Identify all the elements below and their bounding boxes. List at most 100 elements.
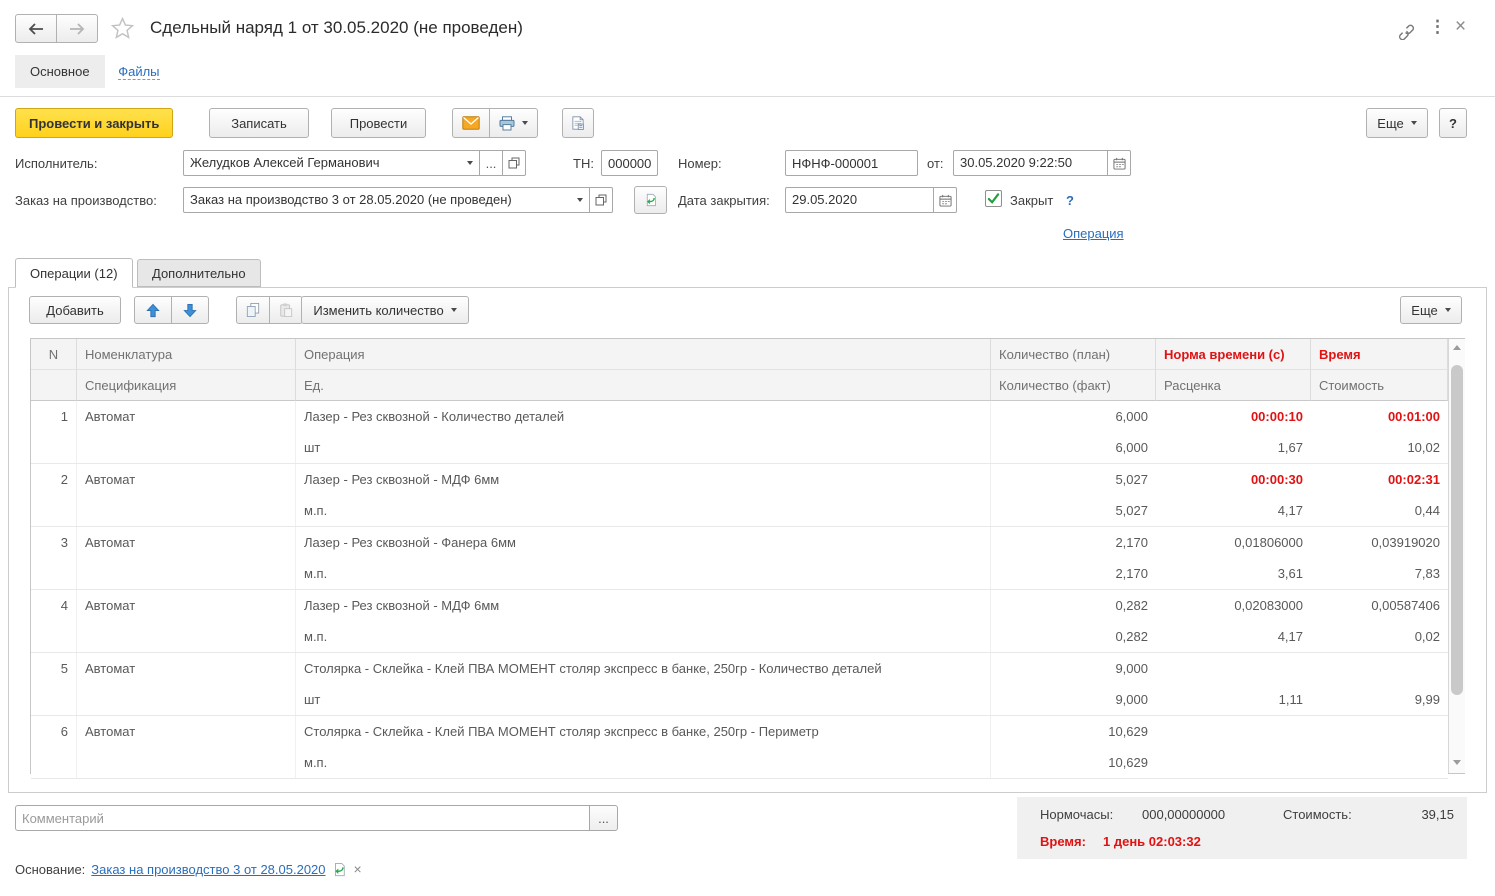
back-button[interactable] [15,14,57,43]
paste-rows-button[interactable] [269,296,303,324]
executor-choose-button[interactable]: ... [479,151,502,175]
cell-n: 2 [31,464,77,495]
scroll-down-icon[interactable] [1453,760,1461,765]
copy-rows-button[interactable] [236,296,270,324]
table-row[interactable]: 5 Автомат Столярка - Склейка - Клей ПВА … [31,653,1448,716]
cell-empty [31,684,77,715]
col-header-unit[interactable]: Ед. [296,370,991,401]
table-row[interactable]: 6 Автомат Столярка - Склейка - Клей ПВА … [31,716,1448,779]
tab-operations[interactable]: Операции (12) [15,258,133,288]
cost-label: Стоимость: [1283,807,1352,822]
cell-qty-fact: 0,282 [991,621,1156,652]
operation-link[interactable]: Операция [1063,226,1124,241]
close-date-field[interactable]: 29.05.2020 [785,187,957,213]
cell-nomenclature: Автомат [77,401,296,432]
tab-additional[interactable]: Дополнительно [137,259,261,287]
scroll-up-icon[interactable] [1453,345,1461,350]
cell-qty-plan: 9,000 [991,653,1156,684]
col-header-spec[interactable]: Спецификация [77,370,296,401]
cell-qty-fact: 6,000 [991,432,1156,463]
cell-cost: 0,44 [1311,495,1448,526]
comment-expand-button[interactable]: ... [590,805,618,831]
cell-empty [31,432,77,463]
refill-from-order-button[interactable] [634,186,667,214]
cell-qty-plan: 6,000 [991,401,1156,432]
calendar-icon[interactable] [1107,151,1130,175]
add-row-button[interactable]: Добавить [29,296,121,324]
nav-tab-files[interactable]: Файлы [108,55,169,88]
number-input[interactable] [785,150,918,176]
cell-operation: Лазер - Рез сквозной - Фанера 6мм [296,527,991,558]
cell-unit: м.п. [296,621,991,652]
post-and-close-button[interactable]: Провести и закрыть [15,108,173,138]
tn-input[interactable] [601,150,658,176]
date-field[interactable]: 30.05.2020 9:22:50 [953,150,1131,176]
order-open-icon[interactable] [589,188,612,212]
cell-time: 00:02:31 [1311,464,1448,495]
executor-combo[interactable]: Желудков Алексей Германович ... [183,150,526,176]
cell-unit: м.п. [296,558,991,589]
cell-unit: шт [296,684,991,715]
open-basis-icon[interactable] [332,862,346,877]
post-button[interactable]: Провести [331,108,426,138]
change-quantity-button[interactable]: Изменить количество [301,296,469,324]
table-row[interactable]: 4 Автомат Лазер - Рез сквозной - МДФ 6мм… [31,590,1448,653]
write-button[interactable]: Записать [209,108,309,138]
comment-input[interactable] [15,805,590,831]
order-combo[interactable]: Заказ на производство 3 от 28.05.2020 (н… [183,187,613,213]
col-header-time[interactable]: Время [1311,339,1448,370]
table-row[interactable]: 3 Автомат Лазер - Рез сквозной - Фанера … [31,527,1448,590]
cell-empty [31,558,77,589]
close-icon[interactable]: × [1455,16,1466,38]
document-report-icon [572,115,584,131]
col-header-n[interactable]: N [31,339,77,370]
col-header-qty-plan[interactable]: Количество (план) [991,339,1156,370]
operations-table: N Номенклатура Операция Количество (план… [30,338,1465,774]
cell-qty-fact: 5,027 [991,495,1156,526]
help-button[interactable]: ? [1439,108,1467,138]
more-menu-dots-icon[interactable]: ⋮ [1429,17,1446,37]
calendar-icon[interactable] [933,188,956,212]
copy-link-icon[interactable] [1393,19,1415,41]
report-button[interactable] [562,108,594,138]
table-body: 1 Автомат Лазер - Рез сквозной - Количес… [31,401,1448,779]
col-header-rate[interactable]: Расценка [1156,370,1311,401]
print-button[interactable] [489,108,538,138]
close-date-value: 29.05.2020 [786,188,933,212]
col-header-qty-fact[interactable]: Количество (факт) [991,370,1156,401]
move-down-button[interactable] [171,296,209,324]
closed-checkbox[interactable] [985,190,1002,207]
favorite-star-icon[interactable] [110,16,135,41]
send-email-button[interactable] [452,108,490,138]
col-header-operation[interactable]: Операция [296,339,991,370]
cell-n: 5 [31,653,77,684]
cell-time [1311,716,1448,747]
closed-label: Закрыт [1010,193,1053,208]
basis-link[interactable]: Заказ на производство 3 от 28.05.2020 [91,862,325,877]
table-row[interactable]: 2 Автомат Лазер - Рез сквозной - МДФ 6мм… [31,464,1448,527]
cell-operation: Лазер - Рез сквозной - Количество детале… [296,401,991,432]
col-header-nomenclature[interactable]: Номенклатура [77,339,296,370]
closed-help-icon[interactable]: ? [1066,193,1074,208]
nav-tab-main[interactable]: Основное [15,55,105,88]
table-scrollbar[interactable] [1448,339,1465,773]
more-button-table[interactable]: Еще [1400,296,1462,324]
more-button-top[interactable]: Еще [1366,108,1428,138]
forward-button[interactable] [56,14,98,43]
executor-open-icon[interactable] [502,151,525,175]
col-header-cost[interactable]: Стоимость [1311,370,1448,401]
more-caret [1411,121,1417,125]
move-up-button[interactable] [134,296,172,324]
col-header-time-norm[interactable]: Норма времени (с) [1156,339,1311,370]
page-title: Сдельный наряд 1 от 30.05.2020 (не прове… [150,18,523,38]
order-dropdown-caret[interactable] [570,188,589,212]
cell-spec [77,558,296,589]
cell-qty-plan: 2,170 [991,527,1156,558]
clear-basis-icon[interactable]: × [354,861,362,877]
scrollbar-thumb[interactable] [1451,365,1463,695]
cell-cost: 0,02 [1311,621,1448,652]
table-row[interactable]: 1 Автомат Лазер - Рез сквозной - Количес… [31,401,1448,464]
executor-dropdown-caret[interactable] [460,151,479,175]
cell-rate: 3,61 [1156,558,1311,589]
cell-qty-plan: 10,629 [991,716,1156,747]
